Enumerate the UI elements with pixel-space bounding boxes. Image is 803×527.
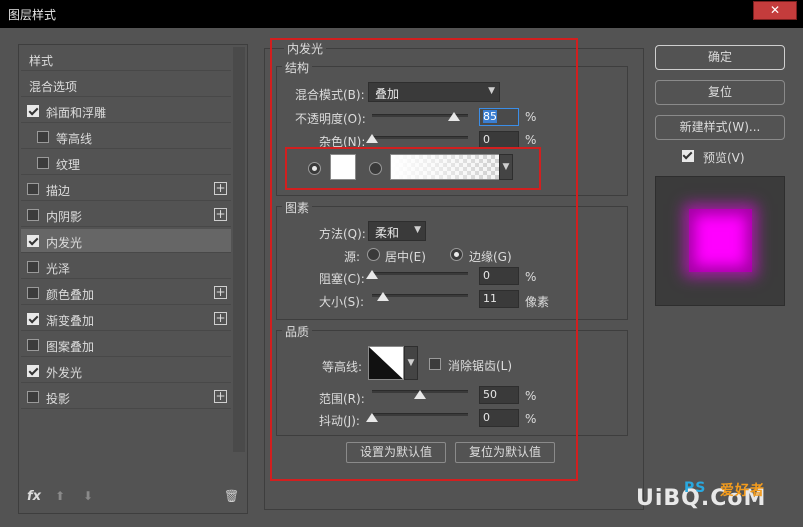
fx-menu-button[interactable]: fx [27, 489, 41, 504]
sidebar-item[interactable]: 光泽 [21, 255, 231, 279]
sidebar-item-label: 渐变叠加 [46, 314, 95, 328]
sidebar-item-label: 内发光 [46, 236, 83, 250]
sidebar-item[interactable]: 渐变叠加 + [21, 307, 231, 331]
add-effect-icon[interactable]: + [214, 208, 227, 221]
sidebar-item-checkbox[interactable] [27, 235, 39, 247]
sidebar-item-checkbox[interactable] [27, 183, 39, 195]
sidebar-item-checkbox[interactable] [37, 131, 49, 143]
sidebar-item-label: 描边 [46, 184, 71, 198]
sidebar-item[interactable]: 混合选项 [21, 73, 231, 97]
new-style-button[interactable]: 新建样式(W)... [655, 115, 785, 140]
sidebar-item-label: 外发光 [46, 366, 83, 380]
add-effect-icon[interactable]: + [214, 182, 227, 195]
sidebar-item-checkbox[interactable] [27, 313, 39, 325]
sidebar-item-checkbox[interactable] [27, 339, 39, 351]
sidebar-item[interactable]: 内阴影 + [21, 203, 231, 227]
preview-checkbox[interactable] [682, 150, 694, 162]
sidebar-scrollbar[interactable] [233, 47, 245, 452]
sidebar-item[interactable]: 投影 + [21, 385, 231, 409]
preview-shape [689, 209, 752, 272]
sidebar-item[interactable]: 图案叠加 [21, 333, 231, 357]
sidebar-item-label: 样式 [29, 54, 54, 68]
sidebar-item[interactable]: 斜面和浮雕 [21, 99, 231, 123]
trash-icon[interactable]: 🗑 [224, 489, 239, 503]
sidebar-item-checkbox[interactable] [27, 287, 39, 299]
move-up-icon[interactable]: ⬆ [55, 489, 65, 503]
window-title: 图层样式 [8, 8, 57, 22]
reset-button[interactable]: 复位 [655, 80, 785, 105]
sidebar-item[interactable]: 描边 + [21, 177, 231, 201]
sidebar-item-checkbox[interactable] [27, 105, 39, 117]
ok-button[interactable]: 确定 [655, 45, 785, 70]
sidebar-item-checkbox[interactable] [27, 365, 39, 377]
sidebar-item-label: 等高线 [56, 132, 93, 146]
move-down-icon[interactable]: ⬇ [83, 489, 93, 503]
close-button[interactable]: ✕ [753, 1, 797, 20]
sidebar-item-label: 内阴影 [46, 210, 83, 224]
sidebar-item-label: 投影 [46, 392, 71, 406]
highlight-color-box [285, 147, 541, 190]
sidebar-item-label: 混合选项 [29, 80, 78, 94]
sidebar-item-label: 颜色叠加 [46, 288, 95, 302]
add-effect-icon[interactable]: + [214, 390, 227, 403]
sidebar-item[interactable]: 等高线 [21, 125, 231, 149]
sidebar-item-label: 图案叠加 [46, 340, 95, 354]
add-effect-icon[interactable]: + [214, 312, 227, 325]
sidebar-item-checkbox[interactable] [27, 209, 39, 221]
close-icon: ✕ [769, 3, 781, 17]
sidebar-item-checkbox[interactable] [27, 391, 39, 403]
sidebar-item-checkbox[interactable] [27, 261, 39, 273]
sidebar-item[interactable]: 外发光 [21, 359, 231, 383]
preview-thumbnail [655, 176, 785, 306]
highlight-panel-box [270, 38, 578, 481]
sidebar-item-label: 纹理 [56, 158, 81, 172]
sidebar-footer: fx ⬆ ⬇ 🗑 [19, 481, 247, 513]
add-effect-icon[interactable]: + [214, 286, 227, 299]
sidebar-item[interactable]: 纹理 [21, 151, 231, 175]
sidebar-item[interactable]: 样式 [21, 47, 231, 71]
preview-label: 预览(V) [703, 151, 745, 165]
watermark: UiBQ.CoM PS 爱好者 [636, 480, 767, 511]
sidebar-item-label: 光泽 [46, 262, 71, 276]
style-list-sidebar: 样式混合选项斜面和浮雕等高线纹理描边 + 内阴影 + 内发光光泽颜色叠加 + 渐变叠加 + 图案… [18, 44, 248, 514]
title-bar: 图层样式 ✕ [0, 0, 803, 28]
sidebar-item[interactable]: 内发光 [21, 229, 231, 253]
sidebar-item-checkbox[interactable] [37, 157, 49, 169]
sidebar-item-label: 斜面和浮雕 [46, 106, 107, 120]
sidebar-item[interactable]: 颜色叠加 + [21, 281, 231, 305]
